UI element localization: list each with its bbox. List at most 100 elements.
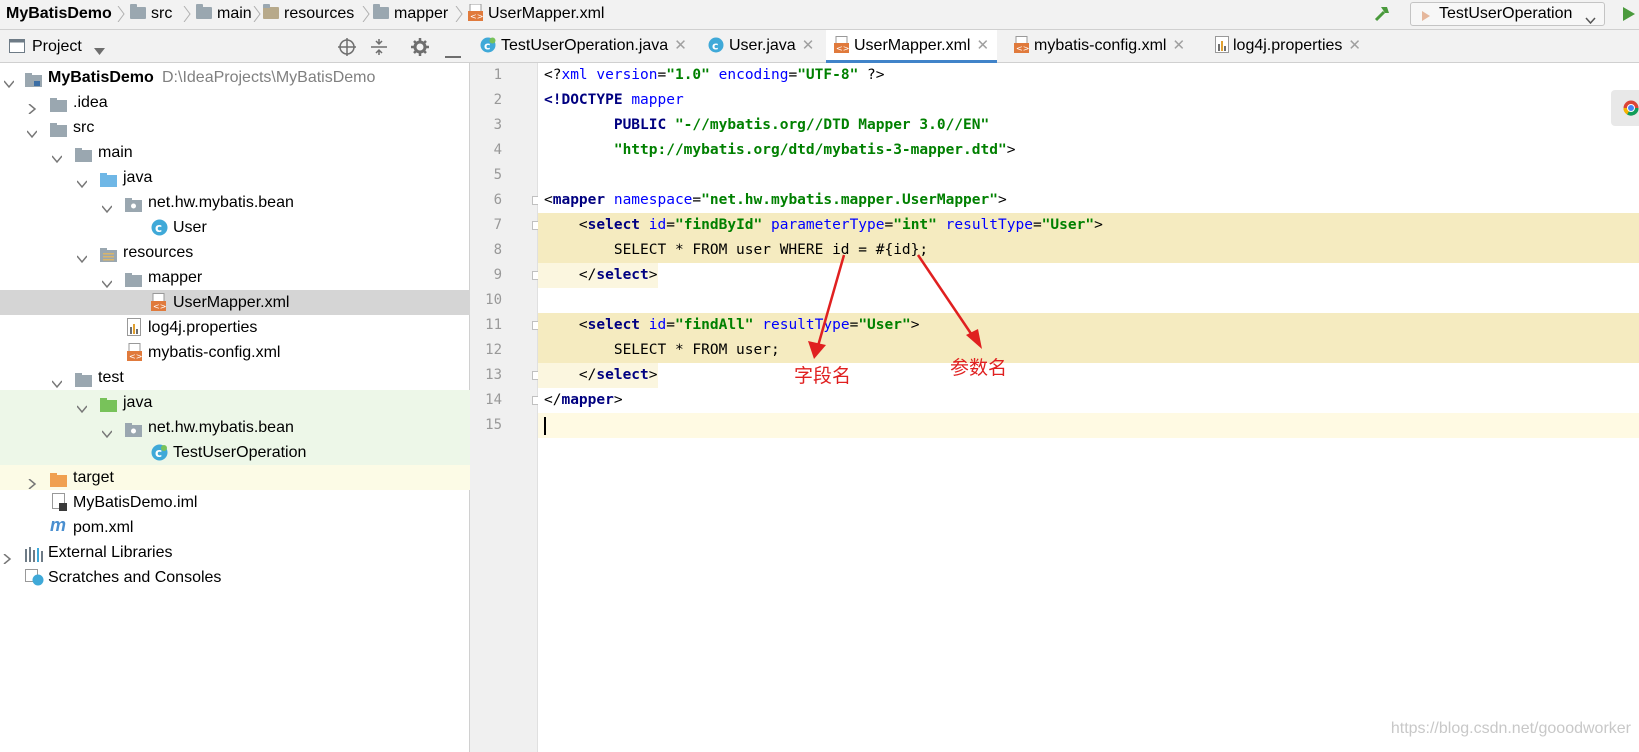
run-icon[interactable] — [1622, 6, 1636, 27]
chevron-down-icon[interactable] — [76, 247, 88, 264]
chevron-down-icon[interactable] — [101, 272, 113, 289]
breadcrumb-project[interactable]: MyBatisDemo — [6, 0, 112, 30]
xml-file-icon: <> — [1014, 36, 1029, 57]
line-number: 9 — [493, 267, 502, 283]
breadcrumb-item-resources[interactable]: resources — [263, 0, 354, 30]
svg-text:c: c — [712, 40, 719, 53]
chevron-down-icon[interactable] — [76, 172, 88, 189]
chevron-down-icon[interactable] — [26, 122, 38, 139]
chevron-down-icon[interactable] — [3, 72, 15, 89]
tree-item-label: External Libraries — [48, 544, 173, 561]
tree-item-pom[interactable]: m pom.xml — [0, 515, 470, 540]
folder-icon — [373, 4, 389, 19]
tab-log4j-properties[interactable]: log4j.properties ✕ — [1215, 30, 1361, 63]
tree-item-package[interactable]: net.hw.mybatis.bean — [0, 190, 470, 215]
line-number: 14 — [485, 392, 502, 408]
line-number: 2 — [493, 92, 502, 108]
close-icon[interactable]: ✕ — [674, 37, 687, 54]
chevron-down-icon[interactable] — [101, 197, 113, 214]
locate-icon[interactable] — [338, 38, 356, 61]
build-hammer-icon[interactable] — [1372, 4, 1392, 29]
gear-icon[interactable] — [411, 38, 429, 61]
chevron-right-icon[interactable] — [27, 97, 37, 115]
tree-item-mapper[interactable]: mapper — [0, 265, 470, 290]
line-number: 11 — [485, 317, 502, 333]
collapse-all-icon[interactable] — [371, 38, 387, 61]
folder-icon — [130, 4, 146, 19]
svg-text:c: c — [484, 40, 491, 53]
svg-text:c: c — [155, 221, 162, 235]
chevron-down-icon[interactable] — [51, 147, 63, 164]
tree-item-log4j[interactable]: log4j.properties — [0, 315, 470, 340]
tree-item-label: net.hw.mybatis.bean — [148, 194, 294, 211]
tree-item-scratches[interactable]: Scratches and Consoles — [0, 565, 470, 590]
chevron-down-icon[interactable] — [101, 422, 113, 439]
tab-usermapper-xml[interactable]: <> UserMapper.xml ✕ — [826, 30, 998, 63]
line-number: 5 — [493, 167, 502, 183]
tree-item-test-java[interactable]: java — [0, 390, 470, 415]
tree-item-testuseroperation[interactable]: c TestUserOperation — [0, 440, 470, 465]
close-icon[interactable]: ✕ — [1172, 37, 1185, 54]
tab-user-java[interactable]: c User.java ✕ — [708, 30, 814, 63]
tree-item-resources[interactable]: resources — [0, 240, 470, 265]
tab-testuseroperation[interactable]: c TestUserOperation.java ✕ — [480, 30, 687, 63]
chevron-down-icon[interactable] — [94, 43, 105, 61]
tree-item-label: Scratches and Consoles — [48, 569, 222, 586]
tree-item-test[interactable]: test — [0, 365, 470, 390]
tree-item-iml[interactable]: MyBatisDemo.iml — [0, 490, 470, 515]
breadcrumb-separator-icon — [183, 6, 191, 22]
code-editor[interactable]: <?xml version="1.0" encoding="UTF-8" ?> … — [538, 63, 1639, 752]
tree-item-label: log4j.properties — [148, 319, 258, 336]
tree-item-root[interactable]: MyBatisDemo D:\IdeaProjects\MyBatisDemo — [0, 65, 470, 90]
project-path-hint: D:\IdeaProjects\MyBatisDemo — [162, 69, 376, 86]
tree-item-label: MyBatisDemo.iml — [73, 494, 198, 511]
breadcrumb-item-file[interactable]: <> UserMapper.xml — [468, 0, 604, 30]
tree-item-test-package[interactable]: net.hw.mybatis.bean — [0, 415, 470, 440]
close-icon[interactable]: ✕ — [1348, 37, 1361, 54]
line-number: 15 — [485, 417, 502, 433]
chrome-icon[interactable] — [1623, 100, 1639, 121]
properties-file-icon — [1215, 36, 1229, 57]
line-number: 3 — [493, 117, 502, 133]
run-configuration-select[interactable]: TestUserOperation — [1410, 2, 1605, 26]
browser-popup[interactable] — [1611, 90, 1639, 126]
tree-item-label: src — [73, 119, 95, 136]
tree-item-src[interactable]: src — [0, 115, 470, 140]
class-icon: c — [708, 37, 724, 57]
minimize-icon[interactable] — [445, 46, 461, 64]
line-number: 10 — [485, 292, 502, 308]
chevron-right-icon[interactable] — [2, 547, 12, 565]
chevron-right-icon[interactable] — [27, 472, 37, 490]
chevron-down-icon[interactable] — [76, 397, 88, 414]
tree-item-external-libraries[interactable]: External Libraries — [0, 540, 470, 565]
tree-item-user-class[interactable]: c User — [0, 215, 470, 240]
tree-item-label: .idea — [73, 94, 108, 111]
tree-item-target[interactable]: target — [0, 465, 470, 490]
tree-item-usermapper-xml[interactable]: <> UserMapper.xml — [0, 290, 470, 315]
tab-label: mybatis-config.xml — [1034, 37, 1167, 54]
tab-mybatis-config[interactable]: <> mybatis-config.xml ✕ — [1014, 30, 1185, 63]
tree-item-label: mapper — [148, 269, 203, 286]
annotation-arrows — [808, 254, 982, 359]
breadcrumb-item-src[interactable]: src — [130, 0, 172, 30]
tree-item-idea[interactable]: .idea — [0, 90, 470, 115]
tree-item-main[interactable]: main — [0, 140, 470, 165]
annotation-field-name: 字段名 — [794, 366, 852, 387]
project-panel-header: Project — [0, 30, 470, 63]
line-number: 12 — [485, 342, 502, 358]
breadcrumb-item-main[interactable]: main — [196, 0, 252, 30]
close-icon[interactable]: ✕ — [976, 37, 989, 54]
tree-item-java[interactable]: java — [0, 165, 470, 190]
project-view-icon — [9, 39, 25, 58]
chevron-down-icon[interactable] — [51, 372, 63, 389]
tree-item-mybatis-config[interactable]: <> mybatis-config.xml — [0, 340, 470, 365]
tab-label: log4j.properties — [1233, 37, 1343, 54]
close-icon[interactable]: ✕ — [802, 37, 815, 54]
breadcrumb-item-mapper[interactable]: mapper — [373, 0, 448, 30]
project-panel-title[interactable]: Project — [32, 30, 82, 63]
line-number: 4 — [493, 142, 502, 158]
breadcrumb-separator-icon — [117, 6, 125, 22]
tab-label: User.java — [729, 37, 796, 54]
tree-item-label: mybatis-config.xml — [148, 344, 281, 361]
tree-item-label: java — [123, 169, 153, 186]
